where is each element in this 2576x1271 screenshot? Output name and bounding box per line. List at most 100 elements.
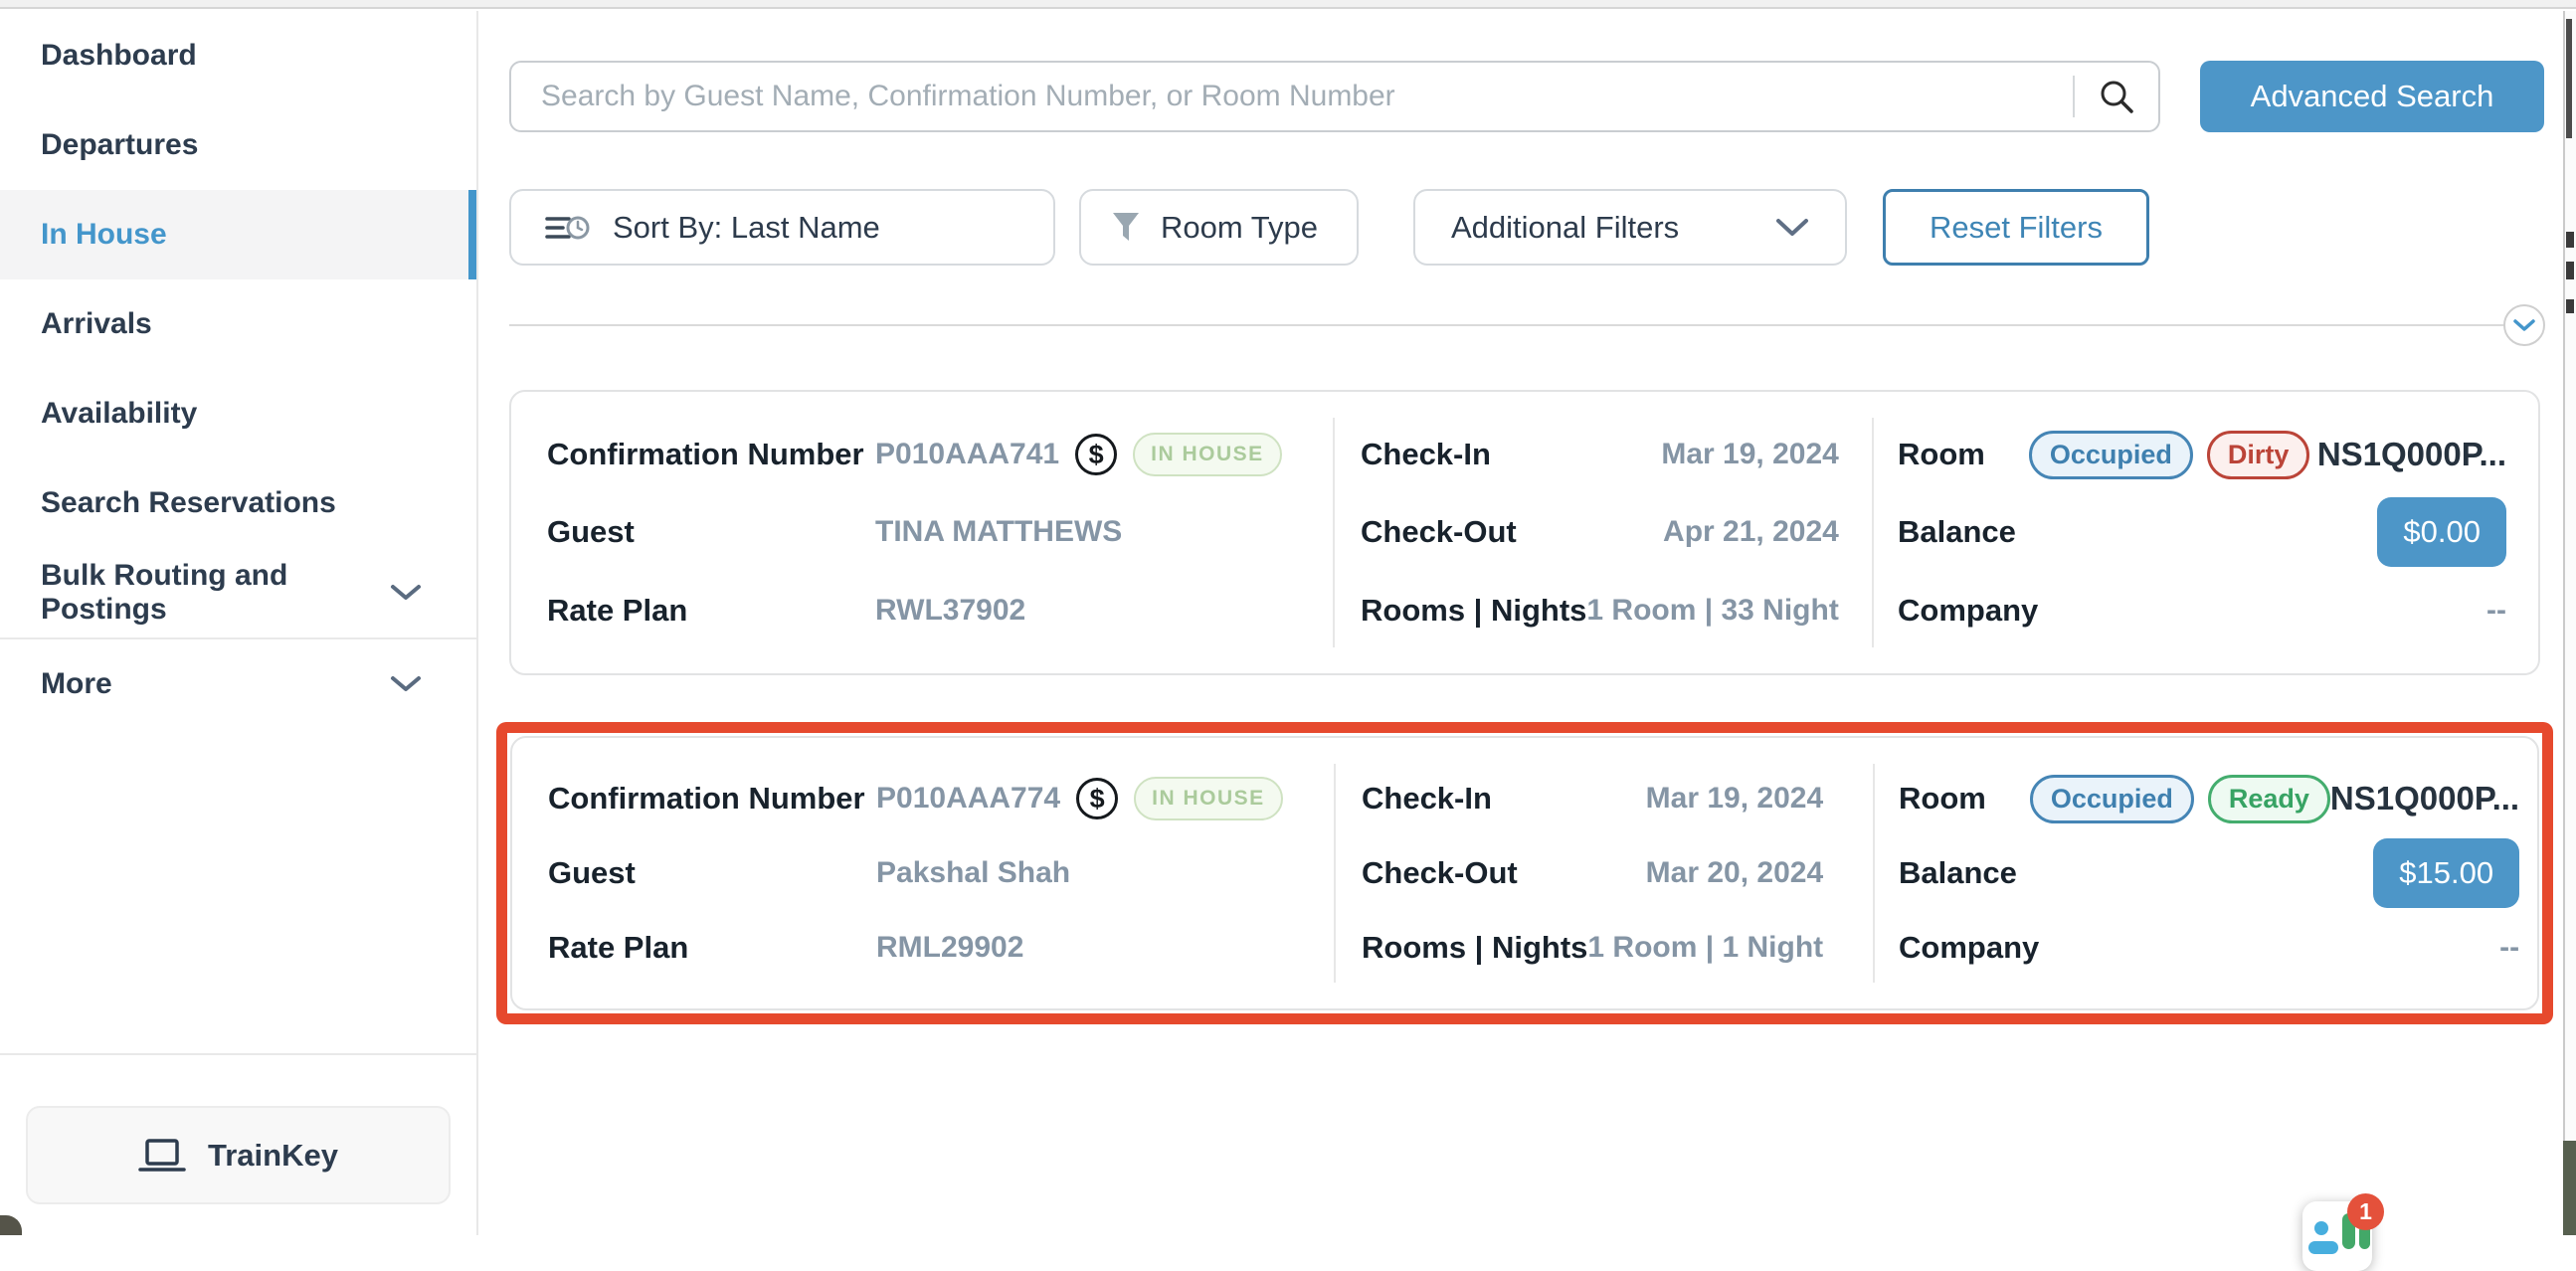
guest-value: TINA MATTHEWS: [875, 515, 1122, 549]
sidebar-item-availability[interactable]: Availability: [0, 369, 476, 458]
sidebar-item-label: Departures: [41, 128, 198, 162]
room-label: Room: [1898, 437, 1985, 472]
chevron-down-icon: [390, 584, 422, 602]
sidebar-item-dashboard[interactable]: Dashboard: [0, 11, 476, 100]
sidebar-item-label: Bulk Routing and Postings: [41, 559, 390, 627]
sidebar-footer: TrainKey: [0, 1053, 476, 1235]
guest-label: Guest: [547, 514, 875, 550]
occupancy-badge: Occupied: [2029, 431, 2193, 479]
search-bar: [509, 61, 2160, 132]
card-column-divider: [1873, 764, 1875, 983]
confirmation-value: P010AAA741: [875, 438, 1059, 471]
company-value: --: [2499, 931, 2519, 965]
sort-by-button[interactable]: Sort By: Last Name: [509, 189, 1055, 266]
card-guest-column: Confirmation Number P010AAA774 $ IN HOUS…: [512, 738, 1334, 1008]
checkout-label: Check-Out: [1362, 855, 1518, 891]
highlight-frame: Confirmation Number P010AAA774 $ IN HOUS…: [496, 722, 2553, 1024]
rooms-nights-value: 1 Room | 33 Night: [1586, 594, 1838, 628]
company-label: Company: [1899, 930, 2039, 966]
chevron-down-icon: [390, 675, 422, 693]
window-top-strip: [0, 0, 2576, 9]
company-value: --: [2486, 594, 2506, 628]
sort-icon: [545, 209, 591, 247]
right-edge-strip: [2563, 11, 2576, 1235]
scrollbar-thumb[interactable]: [2566, 19, 2572, 138]
trainkey-label: TrainKey: [208, 1138, 338, 1174]
room-type-button[interactable]: Room Type: [1079, 189, 1359, 266]
additional-filters-button[interactable]: Additional Filters: [1413, 189, 1847, 266]
card-room-column: Room Occupied Ready NS1Q000P... Balance …: [1873, 738, 2551, 1008]
card-column-divider: [1333, 418, 1335, 647]
housekeeping-badge: Dirty: [2207, 431, 2310, 479]
confirmation-label: Confirmation Number: [547, 437, 875, 472]
rate-plan-value: RML29902: [876, 931, 1023, 965]
clipped-content-artifact: [2563, 1141, 2576, 1235]
balance-button[interactable]: $0.00: [2377, 497, 2506, 567]
reservation-card-highlighted[interactable]: Confirmation Number P010AAA774 $ IN HOUS…: [510, 736, 2539, 1010]
sidebar-item-search-reservations[interactable]: Search Reservations: [0, 458, 476, 548]
search-button[interactable]: [2075, 63, 2158, 130]
dollar-sign-icon[interactable]: $: [1076, 778, 1118, 819]
checkin-value: Mar 19, 2024: [1646, 782, 1823, 816]
checkin-label: Check-In: [1361, 437, 1491, 472]
card-room-column: Room Occupied Dirty NS1Q000P... Balance …: [1872, 392, 2538, 673]
card-column-divider: [1334, 764, 1336, 983]
occupancy-badge: Occupied: [2030, 775, 2194, 823]
slack-icon[interactable]: 1: [2302, 1201, 2372, 1271]
active-indicator-bar: [468, 190, 476, 279]
room-type-label: Room Type: [1161, 210, 1318, 246]
checkout-value: Mar 20, 2024: [1646, 856, 1823, 890]
card-guest-column: Confirmation Number P010AAA741 $ IN HOUS…: [511, 392, 1333, 673]
collapse-toggle-button[interactable]: [2503, 304, 2545, 346]
search-icon: [2098, 78, 2135, 115]
room-label: Room: [1899, 781, 1986, 817]
advanced-search-button[interactable]: Advanced Search: [2200, 61, 2544, 132]
room-status-badges: Occupied Ready: [2030, 775, 2330, 823]
sidebar-item-label: In House: [41, 218, 167, 252]
sidebar-item-label: Availability: [41, 397, 197, 431]
card-dates-column: Check-In Mar 19, 2024 Check-Out Apr 21, …: [1333, 392, 1872, 673]
company-label: Company: [1898, 593, 2038, 629]
card-dates-column: Check-In Mar 19, 2024 Check-Out Mar 20, …: [1334, 738, 1873, 1008]
balance-label: Balance: [1899, 855, 2017, 891]
rooms-nights-value: 1 Room | 1 Night: [1587, 931, 1823, 965]
checkout-label: Check-Out: [1361, 514, 1517, 550]
sort-by-label: Sort By: Last Name: [613, 210, 880, 246]
dollar-sign-icon[interactable]: $: [1075, 434, 1117, 475]
sidebar-item-in-house[interactable]: In House: [0, 190, 476, 279]
clipped-content-artifact: [2566, 299, 2574, 313]
rate-plan-label: Rate Plan: [548, 930, 876, 966]
sidebar: Dashboard Departures In House Arrivals A…: [0, 11, 478, 1235]
guest-value: Pakshal Shah: [876, 856, 1070, 890]
sidebar-item-label: Arrivals: [41, 307, 152, 341]
sidebar-item-bulk-routing[interactable]: Bulk Routing and Postings: [0, 548, 476, 637]
trainkey-button[interactable]: TrainKey: [26, 1106, 451, 1204]
sidebar-item-label: Search Reservations: [41, 486, 336, 520]
additional-filters-label: Additional Filters: [1451, 210, 1679, 246]
balance-button[interactable]: $15.00: [2373, 838, 2519, 908]
rate-plan-label: Rate Plan: [547, 593, 875, 629]
sidebar-item-arrivals[interactable]: Arrivals: [0, 279, 476, 369]
status-badge: IN HOUSE: [1133, 433, 1282, 476]
sidebar-item-departures[interactable]: Departures: [0, 100, 476, 190]
housekeeping-badge: Ready: [2208, 775, 2330, 823]
sidebar-item-label: More: [41, 667, 112, 701]
notification-badge: 1: [2347, 1193, 2384, 1230]
search-input[interactable]: [511, 80, 2073, 113]
section-divider: [509, 324, 2504, 326]
status-badge: IN HOUSE: [1134, 777, 1283, 820]
confirmation-value: P010AAA774: [876, 782, 1060, 816]
reservation-card[interactable]: Confirmation Number P010AAA741 $ IN HOUS…: [509, 390, 2540, 675]
clipped-content-artifact: [2566, 232, 2574, 248]
laptop-icon: [138, 1138, 186, 1174]
balance-label: Balance: [1898, 514, 2016, 550]
reset-filters-button[interactable]: Reset Filters: [1883, 189, 2149, 266]
chevron-down-icon: [2513, 319, 2535, 332]
checkout-value: Apr 21, 2024: [1663, 515, 1839, 549]
rooms-nights-label: Rooms | Nights: [1361, 593, 1586, 629]
checkin-label: Check-In: [1362, 781, 1492, 817]
rate-plan-value: RWL37902: [875, 594, 1025, 628]
clipped-content-artifact: [2566, 262, 2574, 279]
confirmation-label: Confirmation Number: [548, 781, 876, 817]
sidebar-item-more[interactable]: More: [0, 639, 476, 729]
